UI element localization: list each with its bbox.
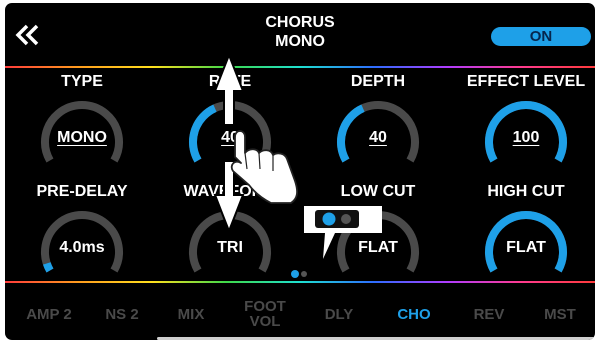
page-dot <box>301 271 307 277</box>
knob-value: 100 <box>512 129 540 146</box>
knob-level-arc <box>43 262 54 273</box>
tab-cho[interactable]: CHO <box>377 291 451 337</box>
tab-rev[interactable]: REV <box>457 291 521 337</box>
knob-effect-level[interactable]: EFFECT LEVEL 100 <box>461 73 591 173</box>
swipe-up-down-hand-icon <box>205 52 315 234</box>
tab-foot-vol[interactable]: FOOT VOL <box>229 291 301 337</box>
knob-label: LOW CUT <box>340 183 416 200</box>
bottom-divider <box>5 281 595 283</box>
knob-label: DEPTH <box>350 73 406 90</box>
knob-value: 40 <box>369 129 387 146</box>
knob-label: EFFECT LEVEL <box>466 73 586 90</box>
knob-label: TYPE <box>61 73 103 90</box>
page-dot-active <box>291 270 299 278</box>
knob-pre-delay[interactable]: PRE-DELAY 4.0ms <box>17 183 147 283</box>
tab-mst[interactable]: MST <box>529 291 591 337</box>
tab-dly[interactable]: DLY <box>307 291 371 337</box>
knob-depth[interactable]: DEPTH 40 <box>313 73 443 173</box>
tab-ns-2[interactable]: NS 2 <box>87 291 157 337</box>
knob-high-cut[interactable]: HIGH CUT FLAT <box>461 183 591 283</box>
knob-label: HIGH CUT <box>487 183 565 200</box>
knob-value: 4.0ms <box>59 239 105 256</box>
knob-value: MONO <box>57 129 107 146</box>
tab-scrollbar[interactable] <box>157 337 595 340</box>
knob-value: FLAT <box>506 239 546 256</box>
knob-value: TRI <box>217 239 243 256</box>
device-screen: CHORUS MONO ON TYPEMONORATE40DEPTH40EFFE… <box>5 3 595 340</box>
effect-tab-bar: AMP 2 NS 2 MIX FOOT VOL DLY CHO REV MST <box>5 291 595 337</box>
tab-amp-2[interactable]: AMP 2 <box>13 291 85 337</box>
knob-label: PRE-DELAY <box>36 183 128 200</box>
tab-mix[interactable]: MIX <box>163 291 219 337</box>
effect-on-toggle[interactable]: ON <box>491 27 591 46</box>
knob-type[interactable]: TYPE MONO <box>17 73 147 173</box>
